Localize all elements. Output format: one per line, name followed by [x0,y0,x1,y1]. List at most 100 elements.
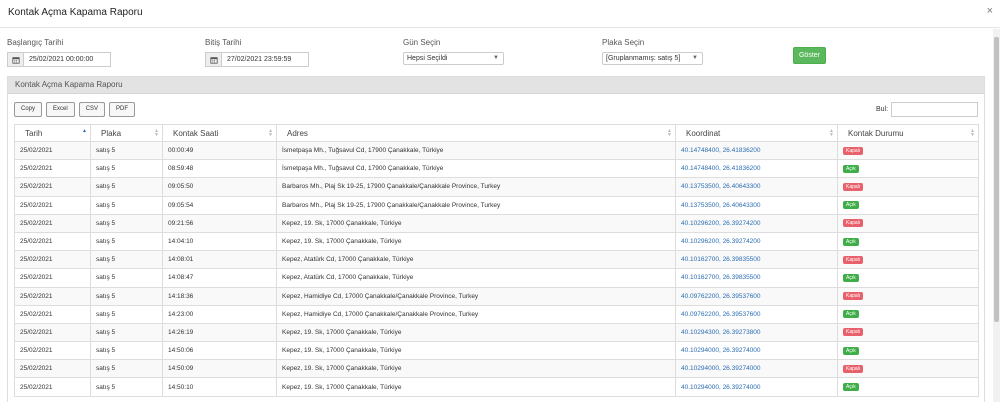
end-date-input[interactable]: 27/02/2021 23:59:59 [205,52,309,67]
start-date-label: Başlangıç Tarihi [7,38,64,47]
cell-coordinate[interactable]: 40.10294000, 26.39274000 [675,359,838,379]
cell-plate: satış 5 [90,268,163,288]
col-header-kontak-saati[interactable]: Kontak Saati ▲ ▼ [162,124,277,142]
table-row: 25/02/2021 satış 5 14:50:10 Kepez, 19. Sk, … [14,377,979,397]
table-row: 25/02/2021 satış 5 14:08:01 Kepez, Atatürk … [14,250,979,270]
day-select-value: Hepsi Seçildi [407,55,448,62]
status-badge: Kapalı [843,182,864,191]
cell-address: Kepez, Atatürk Cd, 17000 Çanakkale, Türk… [276,250,676,270]
sort-icon: ▲ ▼ [829,128,834,138]
cell-plate: satış 5 [90,322,163,343]
cell-address: Barbaros Mh., Plaj Sk 19-25, 17900 Çanak… [276,195,676,215]
cell-coordinate[interactable]: 40.10162700, 26.39835500 [675,250,838,270]
status-badge: Kapalı [843,255,864,264]
cell-plate: satış 5 [90,286,163,306]
cell-time: 14:08:47 [162,268,277,288]
plate-select-value: [Gruplanmamış: satış 5] [606,55,681,62]
cell-coordinate[interactable]: 40.10296200, 26.39274200 [675,231,838,252]
csv-button[interactable]: CSV [78,102,106,117]
status-badge: Açık [843,273,859,282]
cell-coordinate[interactable]: 40.10162700, 26.39835500 [675,268,838,288]
cell-coordinate[interactable]: 40.10294000, 26.39274000 [675,341,838,361]
cell-address: Kepez, 19. Sk, 17000 Çanakkale, Türkiye [276,231,676,252]
table-row: 25/02/2021 satış 5 14:50:06 Kepez, 19. Sk, … [14,341,979,361]
table-row: 25/02/2021 satış 5 09:05:50 Barbaros Mh., P… [14,177,979,197]
cell-address: Kepez, Hamidiye Cd, 17000 Çanakkale/Çana… [276,304,676,324]
table-row: 25/02/2021 satış 5 14:04:10 Kepez, 19. Sk, … [14,231,979,252]
end-date-value: 27/02/2021 23:59:59 [227,56,292,63]
day-select[interactable]: Hepsi Seçildi ▼ [403,52,504,65]
close-icon[interactable]: × [987,5,993,17]
cell-coordinate[interactable]: 40.09762200, 26.39537600 [675,286,838,306]
cell-status: Kapalı [837,322,979,343]
col-header-tarih[interactable]: Tarih ▲ [14,124,91,142]
end-date-label: Bitiş Tarihi [205,38,242,47]
status-badge: Açık [843,346,859,355]
cell-address: Kepez, Atatürk Cd, 17000 Çanakkale, Türk… [276,268,676,288]
cell-time: 14:18:36 [162,286,277,306]
cell-status: Açık [837,377,979,397]
cell-coordinate[interactable]: 40.14748400, 26.41836200 [675,159,838,179]
cell-coordinate[interactable]: 40.10294000, 26.39274000 [675,377,838,397]
cell-time: 14:50:09 [162,359,277,379]
cell-coordinate[interactable]: 40.10296200, 26.39274200 [675,213,838,233]
cell-plate: satış 5 [90,250,163,270]
cell-date: 25/02/2021 [14,140,91,161]
search-input[interactable] [891,102,978,117]
cell-coordinate[interactable]: 40.10294300, 26.39273800 [675,322,838,343]
cell-address: Kepez, 19. Sk, 17000 Çanakkale, Türkiye [276,359,676,379]
sort-icon: ▲ ▼ [970,128,975,138]
cell-coordinate[interactable]: 40.13753500, 26.40643300 [675,195,838,215]
sort-icon: ▲ ▼ [268,128,273,138]
col-header-kontak-durumu[interactable]: Kontak Durumu ▲ ▼ [837,124,979,142]
cell-coordinate[interactable]: 40.13753500, 26.40643300 [675,177,838,197]
cell-plate: satış 5 [90,231,163,252]
status-badge: Açık [843,201,859,210]
table-row: 25/02/2021 satış 5 14:50:09 Kepez, 19. Sk, … [14,359,979,379]
start-date-input[interactable]: 25/02/2021 00:00:00 [7,52,111,67]
col-header-plaka[interactable]: Plaka ▲ ▼ [90,124,163,142]
plate-select[interactable]: [Gruplanmamış: satış 5] ▼ [602,52,703,65]
cell-date: 25/02/2021 [14,322,91,343]
cell-date: 25/02/2021 [14,377,91,397]
calendar-icon [8,53,24,66]
cell-address: Kepez, Hamidiye Cd, 17000 Çanakkale/Çana… [276,286,676,306]
cell-time: 14:08:01 [162,250,277,270]
cell-status: Açık [837,195,979,215]
table-row: 25/02/2021 satış 5 14:23:00 Kepez, Hamidiye… [14,304,979,324]
copy-button[interactable]: Copy [14,102,43,117]
cell-time: 00:00:49 [162,140,277,161]
cell-address: İsmetpaşa Mh., Tuğsavul Cd, 17900 Çanakk… [276,140,676,161]
modal-title: Kontak Açma Kapama Raporu [8,7,143,18]
cell-coordinate[interactable]: 40.09762200, 26.39537600 [675,304,838,324]
cell-status: Kapalı [837,213,979,233]
scrollbar-thumb[interactable] [994,37,999,322]
cell-plate: satış 5 [90,341,163,361]
excel-button[interactable]: Excel [46,102,75,117]
show-button[interactable]: Göster [793,47,826,64]
table-row: 25/02/2021 satış 5 08:59:48 İsmetpaşa Mh., … [14,159,979,179]
pdf-button[interactable]: PDF [109,102,136,117]
status-badge: Kapalı [843,364,864,373]
cell-address: Kepez, 19. Sk, 17000 Çanakkale, Türkiye [276,213,676,233]
cell-plate: satış 5 [90,213,163,233]
cell-status: Açık [837,268,979,288]
sort-icon: ▲ ▼ [154,128,159,138]
cell-plate: satış 5 [90,377,163,397]
cell-coordinate[interactable]: 40.14748400, 26.41836200 [675,140,838,161]
caret-down-icon: ▼ [692,55,698,61]
cell-time: 14:23:00 [162,304,277,324]
cell-date: 25/02/2021 [14,268,91,288]
col-header-adres[interactable]: Adres ▲ ▼ [276,124,676,142]
cell-status: Açık [837,231,979,252]
status-badge: Açık [843,310,859,319]
sort-asc-icon: ▲ [82,128,87,134]
page-scrollbar[interactable] [993,29,1000,402]
table-row: 25/02/2021 satış 5 14:26:19 Kepez, 19. Sk, … [14,322,979,343]
cell-address: Barbaros Mh., Plaj Sk 19-25, 17900 Çanak… [276,177,676,197]
cell-time: 14:50:06 [162,341,277,361]
status-badge: Kapalı [843,328,864,337]
report-panel: Kontak Açma Kapama Raporu Copy Excel CSV… [7,76,985,402]
cell-address: Kepez, 19. Sk, 17000 Çanakkale, Türkiye [276,377,676,397]
col-header-koordinat[interactable]: Koordinat ▲ ▼ [675,124,838,142]
